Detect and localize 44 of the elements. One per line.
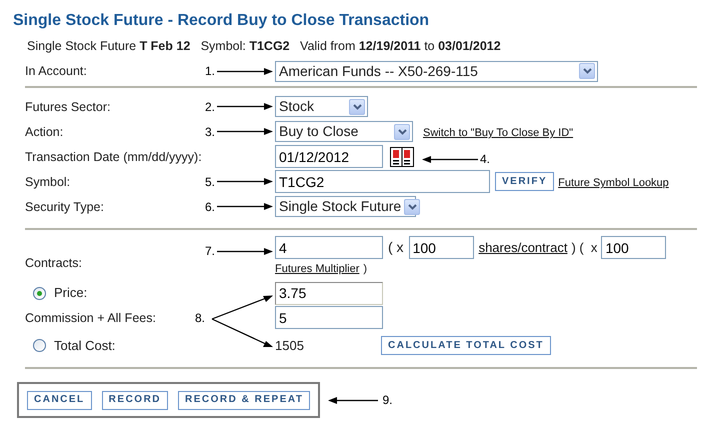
step-number: 4. — [480, 151, 490, 168]
step-number: 6. — [205, 198, 216, 216]
field-label: Contracts: — [25, 256, 82, 270]
button[interactable]: CALCULATE TOTAL COST — [381, 336, 551, 355]
field-label: Price: — [54, 284, 88, 302]
field-label: Security Type: — [25, 200, 104, 214]
step-number: 3. — [205, 124, 216, 140]
step-number: 2. — [205, 98, 216, 116]
field-label: Action: — [25, 124, 64, 139]
step-number: 7. — [205, 243, 216, 260]
field-label: Symbol: — [25, 174, 70, 189]
text: ) ( x — [571, 238, 598, 257]
link[interactable]: shares/contract — [478, 238, 568, 258]
field-label: Commission + All Fees: — [25, 310, 156, 325]
field-label: Total Cost: — [54, 336, 116, 355]
input-field[interactable]: 5 — [275, 306, 383, 329]
button[interactable]: RECORD — [102, 390, 168, 410]
input-field[interactable]: 01/12/2012 — [275, 145, 383, 168]
field-label: Futures Sector: — [25, 100, 110, 114]
link[interactable]: Future Symbol Lookup — [558, 175, 669, 192]
input-field[interactable]: T1CG2 — [275, 170, 490, 193]
dropdown[interactable]: Stock — [275, 96, 368, 117]
step-number: 8. — [195, 310, 206, 325]
link[interactable]: Switch to "Buy To Close By ID" — [423, 125, 574, 142]
dropdown[interactable]: American Funds -- X50-269-115 — [275, 60, 598, 82]
input-field[interactable]: 3.75 — [275, 282, 383, 304]
step-number: 9. — [382, 392, 392, 409]
page-title: Single Stock Future - Record Buy to Close Transaction — [13, 11, 430, 31]
button[interactable]: VERIFY — [495, 172, 554, 191]
summary-text: Single Stock Future T Feb 12 Symbol: T1CG2 Valid from 12/19/2011 to 03/01/2012 — [26, 38, 502, 55]
text: ( x — [388, 238, 404, 257]
input-field[interactable]: 100 — [408, 236, 474, 259]
step-number: 1. — [205, 63, 216, 80]
field-label: Transaction Date (mm/dd/yyyy): — [25, 150, 202, 164]
total-cost-value: 1505 — [275, 336, 305, 355]
link[interactable]: Futures Multiplier — [275, 261, 360, 278]
dropdown[interactable]: Buy to Close — [275, 121, 413, 142]
input-field[interactable]: 100 — [601, 236, 666, 259]
text: ) — [363, 262, 368, 277]
step-number: 5. — [205, 174, 216, 190]
field-label: In Account: — [25, 64, 87, 78]
button[interactable]: CANCEL — [27, 390, 92, 410]
input-field[interactable]: 4 — [275, 236, 383, 259]
button[interactable]: RECORD & REPEAT — [178, 390, 310, 410]
